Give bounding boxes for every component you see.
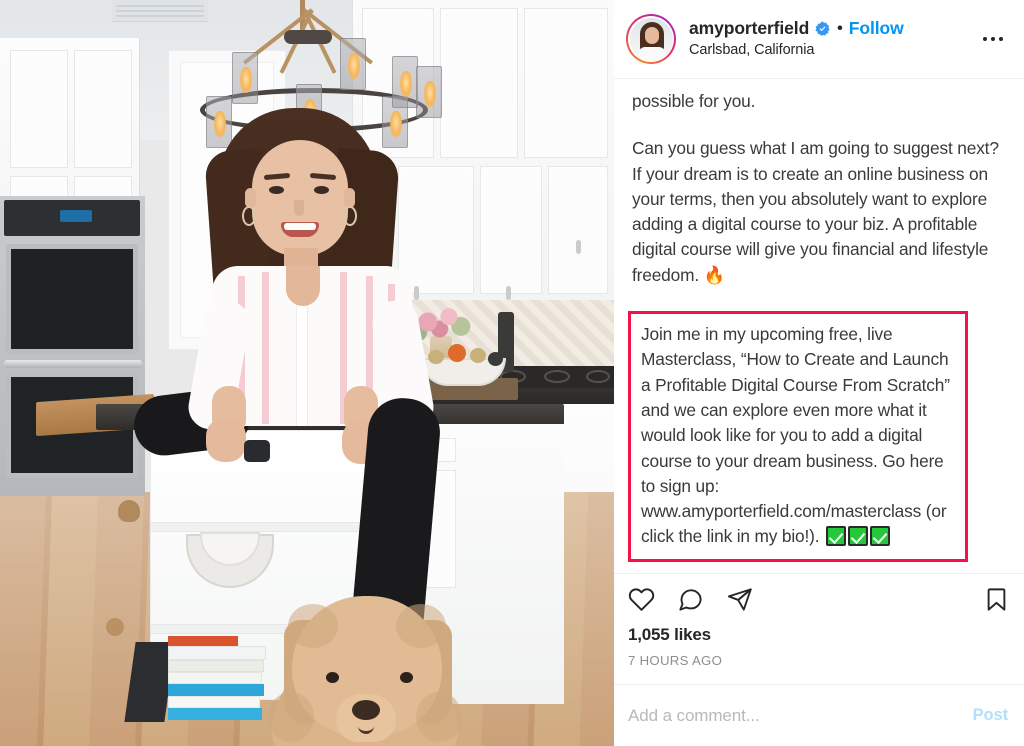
cabinet-panel [10, 50, 68, 168]
burner [544, 370, 570, 383]
fruit [448, 344, 466, 362]
cabinet-knob [576, 240, 581, 254]
book [168, 646, 266, 660]
cabinet-panel [524, 8, 608, 158]
cabinet-panel [480, 166, 542, 294]
chandelier-bulb [206, 96, 232, 148]
decor-object [118, 500, 140, 522]
person-nose [294, 200, 304, 216]
oven-display [60, 210, 92, 222]
caption-scroll-area[interactable]: possible for you. Can you guess what I a… [614, 79, 1024, 573]
person-eye [314, 186, 329, 194]
oven-door-upper [6, 244, 138, 354]
separator-dot: • [837, 19, 843, 37]
person-hand [206, 418, 246, 462]
person-face [252, 140, 348, 256]
book [168, 696, 260, 708]
verified-badge-icon [815, 21, 830, 36]
post-location[interactable]: Carlsbad, California [689, 42, 976, 58]
avatar-face [644, 26, 659, 44]
post-detail-panel: amyporterfield • Follow Carlsbad, Califo… [614, 0, 1024, 746]
fruit [428, 350, 444, 364]
ellipsis-icon[interactable] [976, 24, 1010, 54]
decor-object [106, 618, 124, 636]
post-comment-button[interactable]: Post [973, 706, 1008, 725]
book [168, 708, 262, 720]
book [168, 636, 238, 646]
shirt-neckline [286, 266, 320, 306]
post-action-bar: 1,055 likes 7 HOURS AGO [614, 573, 1024, 684]
chandelier-hub [284, 30, 332, 44]
shirt-stripe [262, 272, 269, 424]
dog-eye [400, 672, 413, 683]
cabinet-panel [440, 8, 518, 158]
hoop-earring [343, 206, 357, 226]
action-icon-row [628, 586, 1010, 613]
likes-count[interactable]: 1,055 likes [628, 625, 1010, 645]
check-mark-icon [826, 526, 847, 547]
paper-plane-icon[interactable] [726, 586, 753, 613]
fruit [488, 352, 503, 366]
dog-nose [352, 700, 380, 720]
chandelier-bulb [416, 66, 442, 118]
cabinet-panel [74, 50, 132, 168]
comment-input[interactable] [628, 705, 961, 726]
burner [586, 370, 610, 383]
dog-fur-tuft [396, 604, 446, 648]
dog-fur-tuft [268, 692, 314, 742]
avatar-shirt [638, 46, 665, 61]
caption-paragraph-1: possible for you. [632, 91, 756, 111]
chandelier-bulb [340, 38, 366, 90]
book [168, 684, 264, 696]
caption-paragraph-2-text: Can you guess what I am going to suggest… [632, 138, 999, 285]
smart-watch [244, 440, 270, 462]
cabinet-panel [548, 166, 608, 294]
username-row: amyporterfield • Follow [689, 19, 976, 38]
book [168, 660, 264, 672]
ceiling-vent [112, 0, 208, 22]
header-text-block: amyporterfield • Follow Carlsbad, Califo… [689, 19, 976, 58]
follow-button[interactable]: Follow [849, 19, 904, 38]
dog-fur-tuft [288, 604, 338, 648]
cabinet-panel [398, 166, 474, 294]
check-mark-icon [870, 526, 891, 547]
highlighted-callout: Join me in my upcoming free, live Master… [628, 311, 968, 562]
person-eye [269, 186, 284, 194]
person-ear [344, 188, 355, 208]
book [168, 672, 262, 684]
fruit [470, 348, 486, 363]
caption-paragraph-2: Can you guess what I am going to suggest… [632, 136, 1006, 289]
chandelier-bulb [392, 56, 418, 108]
instagram-post: amyporterfield • Follow Carlsbad, Califo… [0, 0, 1024, 746]
chandelier-bulb [232, 52, 258, 104]
hoop-earring [242, 206, 256, 226]
check-mark-icon [848, 526, 869, 547]
dog-eye [326, 672, 339, 683]
fire-emoji: 🔥 [703, 265, 726, 286]
ellipsis-dot [982, 37, 987, 41]
person-teeth [284, 223, 316, 230]
avatar[interactable] [626, 14, 676, 64]
dog-fur-tuft [416, 692, 462, 742]
comment-composer: Post [614, 684, 1024, 746]
post-timestamp: 7 HOURS AGO [628, 653, 723, 668]
oven-handle [4, 360, 142, 368]
bookmark-icon[interactable] [983, 586, 1010, 613]
avatar-image [629, 17, 673, 61]
cabinet-knob [506, 286, 511, 300]
heart-icon[interactable] [628, 586, 655, 613]
person-ear [245, 188, 256, 208]
post-photo[interactable] [0, 0, 614, 746]
cabinet-knob [414, 286, 419, 300]
ellipsis-dot [991, 37, 995, 41]
post-header: amyporterfield • Follow Carlsbad, Califo… [614, 0, 1024, 79]
username-link[interactable]: amyporterfield [689, 19, 809, 38]
ellipsis-dot [999, 37, 1004, 41]
highlight-body: Join me in my upcoming free, live Master… [641, 324, 950, 547]
speech-bubble-icon[interactable] [677, 586, 704, 613]
highlight-text: Join me in my upcoming free, live Master… [641, 322, 955, 550]
